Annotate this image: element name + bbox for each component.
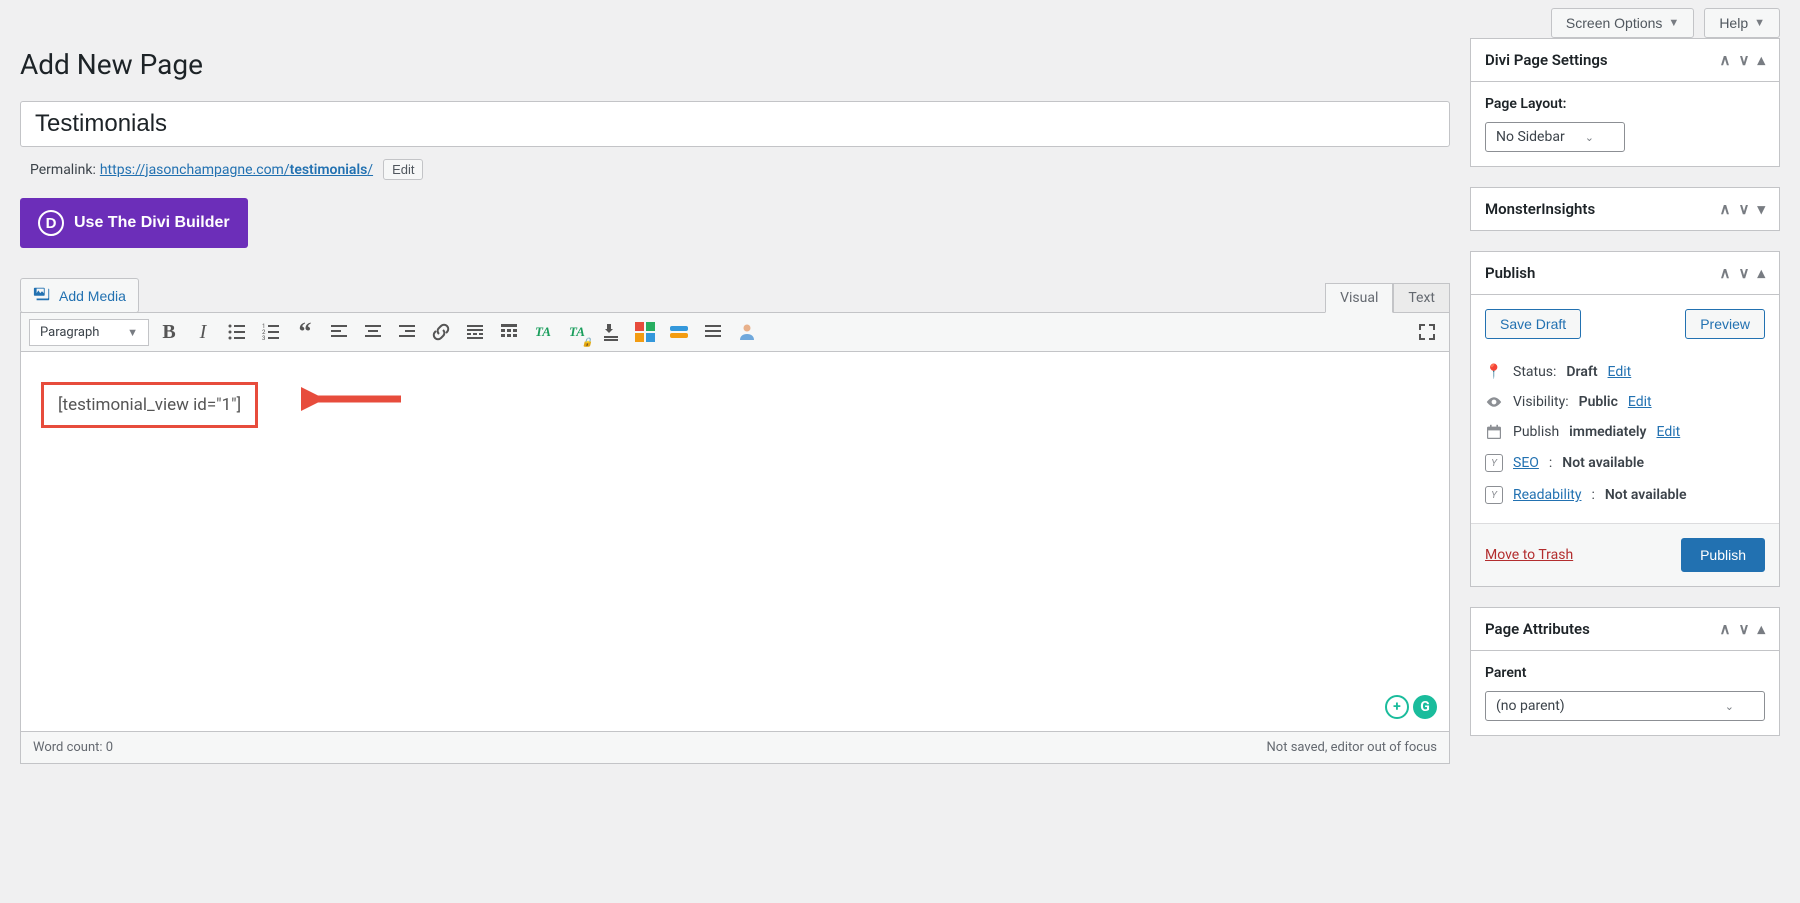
fullscreen-icon[interactable]	[1413, 318, 1441, 346]
page-break-icon[interactable]	[597, 318, 625, 346]
page-attributes-panel-header[interactable]: Page Attributes ∧∨▴	[1471, 608, 1779, 651]
grammarly-icon[interactable]: G	[1413, 695, 1437, 719]
numbered-list-icon[interactable]: 123	[257, 318, 285, 346]
parent-label: Parent	[1485, 665, 1765, 681]
link-icon[interactable]	[427, 318, 455, 346]
edit-status-link[interactable]: Edit	[1608, 364, 1632, 380]
calendar-icon	[1485, 424, 1503, 440]
caret-up-icon[interactable]: ▴	[1757, 264, 1765, 282]
edit-permalink-button[interactable]: Edit	[383, 159, 423, 180]
chevron-down-icon[interactable]: ∨	[1738, 620, 1749, 638]
caret-down-icon[interactable]: ▾	[1757, 200, 1765, 218]
eye-icon	[1485, 394, 1503, 410]
insert-more-icon[interactable]	[461, 318, 489, 346]
parent-select[interactable]: (no parent) ⌄	[1485, 691, 1765, 721]
media-icon	[33, 285, 51, 306]
publish-button[interactable]: Publish	[1681, 538, 1765, 572]
editor-content-area[interactable]: [testimonial_view id="1"] + G	[20, 352, 1450, 732]
edit-publish-date-link[interactable]: Edit	[1657, 424, 1681, 440]
yoast-icon: Y	[1485, 486, 1503, 504]
divi-button-label: Use The Divi Builder	[74, 214, 230, 232]
help-label: Help	[1719, 15, 1748, 31]
page-layout-select[interactable]: No Sidebar ⌄	[1485, 122, 1625, 152]
yoast-icon: Y	[1485, 454, 1503, 472]
italic-icon[interactable]: I	[189, 318, 217, 346]
ta-lock-icon[interactable]: TA🔒	[563, 318, 591, 346]
align-center-icon[interactable]	[359, 318, 387, 346]
pill-stack-icon[interactable]	[665, 318, 693, 346]
readability-link[interactable]: Readability	[1513, 487, 1581, 503]
blockquote-icon[interactable]: “	[291, 318, 319, 346]
save-draft-button[interactable]: Save Draft	[1485, 309, 1581, 339]
justify-icon[interactable]	[699, 318, 727, 346]
screen-options-label: Screen Options	[1566, 15, 1663, 31]
screen-options-button[interactable]: Screen Options ▼	[1551, 8, 1694, 38]
bullet-list-icon[interactable]	[223, 318, 251, 346]
divi-settings-panel-header[interactable]: Divi Page Settings ∧∨▴	[1471, 39, 1779, 82]
monsterinsights-panel-header[interactable]: MonsterInsights ∧∨▾	[1471, 188, 1779, 230]
user-icon[interactable]	[733, 318, 761, 346]
caret-down-icon: ▼	[1754, 17, 1765, 29]
chevron-up-icon[interactable]: ∧	[1720, 51, 1731, 69]
publish-panel-header[interactable]: Publish ∧∨▴	[1471, 252, 1779, 295]
divi-logo-icon: D	[38, 210, 64, 236]
chevron-down-icon[interactable]: ∨	[1738, 200, 1749, 218]
editor-status: Not saved, editor out of focus	[1267, 740, 1437, 755]
add-media-button[interactable]: Add Media	[20, 278, 139, 313]
paragraph-select[interactable]: Paragraph▼	[29, 319, 149, 346]
caret-up-icon[interactable]: ▴	[1757, 51, 1765, 69]
help-button[interactable]: Help ▼	[1704, 8, 1780, 38]
annotation-arrow-icon	[301, 384, 411, 414]
chevron-down-icon[interactable]: ∨	[1738, 51, 1749, 69]
publish-panel: Publish ∧∨▴ Save Draft Preview 📍 Status:…	[1470, 251, 1780, 587]
word-count: Word count: 0	[33, 740, 113, 755]
tab-text[interactable]: Text	[1393, 283, 1450, 313]
move-to-trash-link[interactable]: Move to Trash	[1485, 547, 1573, 563]
caret-up-icon[interactable]: ▴	[1757, 620, 1765, 638]
page-layout-label: Page Layout:	[1485, 96, 1765, 112]
add-media-label: Add Media	[59, 288, 126, 304]
monsterinsights-panel: MonsterInsights ∧∨▾	[1470, 187, 1780, 231]
colored-blocks-icon[interactable]	[631, 318, 659, 346]
chevron-down-icon: ⌄	[1725, 700, 1734, 713]
seo-link[interactable]: SEO	[1513, 455, 1539, 471]
divi-builder-button[interactable]: D Use The Divi Builder	[20, 198, 248, 248]
divi-page-settings-panel: Divi Page Settings ∧∨▴ Page Layout: No S…	[1470, 38, 1780, 167]
align-left-icon[interactable]	[325, 318, 353, 346]
caret-down-icon: ▼	[1668, 17, 1679, 29]
chevron-down-icon[interactable]: ∨	[1738, 264, 1749, 282]
chevron-up-icon[interactable]: ∧	[1720, 620, 1731, 638]
edit-visibility-link[interactable]: Edit	[1628, 394, 1652, 410]
caret-down-icon: ▼	[127, 326, 138, 339]
toolbar-toggle-icon[interactable]	[495, 318, 523, 346]
align-right-icon[interactable]	[393, 318, 421, 346]
preview-button[interactable]: Preview	[1685, 309, 1765, 339]
chevron-down-icon: ⌄	[1585, 131, 1594, 144]
bold-icon[interactable]: B	[155, 318, 183, 346]
ta-icon[interactable]: TA	[529, 318, 557, 346]
chevron-up-icon[interactable]: ∧	[1720, 200, 1731, 218]
shortcode-highlight: [testimonial_view id="1"]	[41, 382, 258, 428]
permalink-link[interactable]: https://jasonchampagne.com/testimonials/	[100, 162, 373, 178]
page-attributes-panel: Page Attributes ∧∨▴ Parent (no parent) ⌄	[1470, 607, 1780, 736]
chevron-up-icon[interactable]: ∧	[1720, 264, 1731, 282]
pin-icon: 📍	[1485, 364, 1503, 380]
tab-visual[interactable]: Visual	[1325, 283, 1393, 313]
svg-text:3: 3	[262, 335, 265, 342]
grammarly-add-icon[interactable]: +	[1385, 695, 1409, 719]
editor-toolbar: Paragraph▼ B I 123 “ TA TA🔒	[20, 312, 1450, 352]
post-title-input[interactable]	[20, 101, 1450, 147]
page-title: Add New Page	[20, 48, 1450, 81]
permalink-label: Permalink:	[30, 162, 96, 178]
